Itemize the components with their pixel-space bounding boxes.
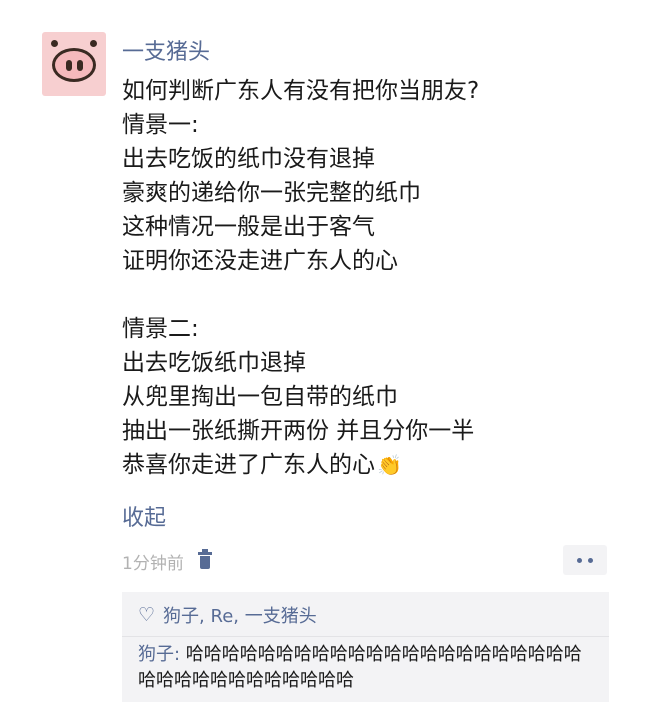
comment-separator: : — [174, 644, 186, 665]
likes-row: ♡ 狗子, Re, 一支猪头 — [138, 602, 317, 628]
author-name[interactable]: 一支猪头 — [122, 34, 210, 66]
comment-panel: ♡ 狗子, Re, 一支猪头 狗子: 哈哈哈哈哈哈哈哈哈哈哈哈哈哈哈哈哈哈哈哈哈… — [122, 592, 609, 702]
more-button[interactable] — [563, 545, 607, 575]
post-line: 从兜里掏出一包自带的纸巾 — [122, 384, 398, 410]
trash-icon[interactable] — [197, 549, 212, 570]
post-line: 情景一: — [122, 112, 199, 138]
post-line-text: 恭喜你走进了广东人的心 — [122, 452, 375, 478]
post-content: 如何判断广东人有没有把你当朋友? 情景一: 出去吃饭的纸巾没有退掉 豪爽的递给你… — [122, 74, 479, 482]
avatar[interactable] — [42, 32, 106, 96]
comment-author[interactable]: 狗子 — [138, 644, 174, 665]
likes-names[interactable]: 狗子, Re, 一支猪头 — [163, 602, 317, 628]
post-line: 如何判断广东人有没有把你当朋友? — [122, 78, 480, 104]
more-dots-icon — [588, 557, 593, 563]
avatar-ear-left — [51, 40, 58, 47]
post-meta: 1分钟前 — [122, 548, 212, 574]
post-line: 豪爽的递给你一张完整的纸巾 — [122, 180, 421, 206]
clapping-hands-icon: 👏 — [377, 453, 402, 477]
post-line: 出去吃饭的纸巾没有退掉 — [122, 146, 375, 172]
timestamp: 1分钟前 — [122, 553, 184, 574]
post-line: 抽出一张纸撕开两份 并且分你一半 — [122, 418, 475, 444]
divider — [122, 636, 609, 637]
more-dots-icon — [577, 557, 582, 563]
avatar-ear-right — [90, 40, 97, 47]
collapse-link[interactable]: 收起 — [122, 500, 166, 532]
pig-snout-icon — [52, 48, 96, 82]
comment-text: 哈哈哈哈哈哈哈哈哈哈哈哈哈哈哈哈哈哈哈哈哈哈哈哈哈哈哈哈哈哈哈哈哈哈 — [138, 644, 582, 691]
post-line: 这种情况一般是出于客气 — [122, 214, 375, 240]
post-line: 出去吃饭纸巾退掉 — [122, 350, 306, 376]
post-line: 证明你还没走进广东人的心 — [122, 248, 398, 274]
nostril-left — [66, 60, 72, 71]
post-line: 情景二: — [122, 316, 199, 342]
heart-icon: ♡ — [138, 604, 156, 626]
comment-item[interactable]: 狗子: 哈哈哈哈哈哈哈哈哈哈哈哈哈哈哈哈哈哈哈哈哈哈哈哈哈哈哈哈哈哈哈哈哈哈 — [138, 642, 598, 694]
post-line-last: 恭喜你走进了广东人的心 👏 — [122, 448, 479, 482]
nostril-right — [77, 60, 83, 71]
